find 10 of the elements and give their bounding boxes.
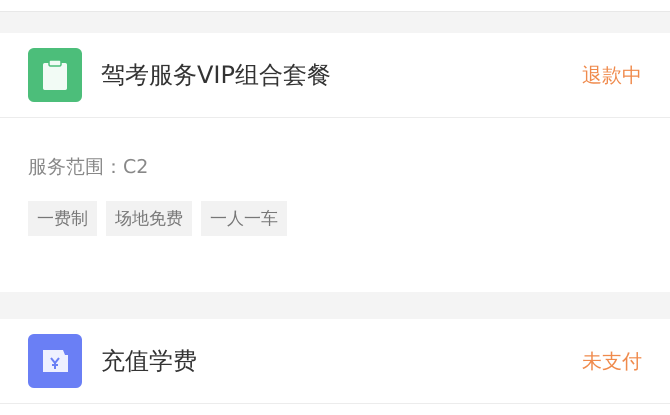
order-status: 未支付 [582,348,642,374]
order-status: 退款中 [582,62,642,88]
order-title: 充值学费 [101,346,198,377]
feature-tag: 场地免费 [106,201,192,236]
feature-tag: 一费制 [28,201,97,236]
clipboard-icon [43,60,67,90]
feature-tag: 一人一车 [201,201,287,236]
service-scope: 服务范围：C2 [28,155,150,180]
wallet-icon [40,348,70,374]
order-title: 驾考服务VIP组合套餐 [101,60,332,91]
